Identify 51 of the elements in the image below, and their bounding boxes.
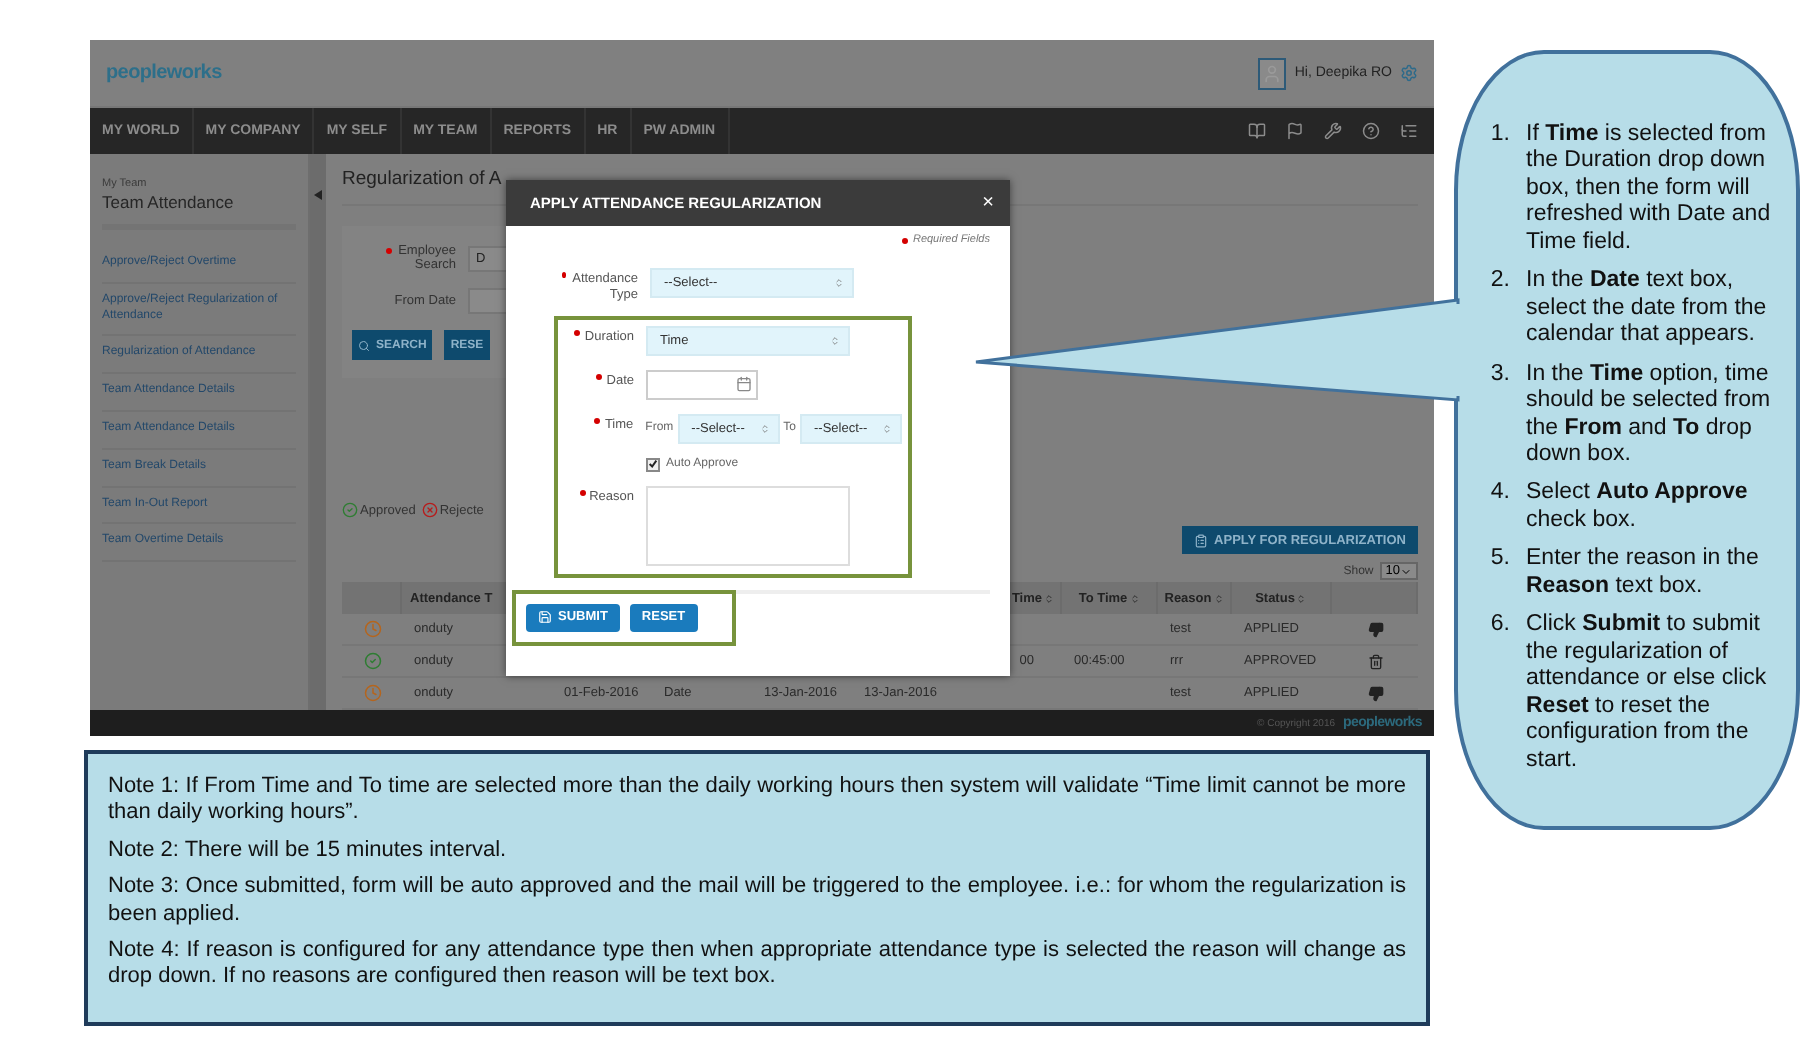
step-number: 1.	[1488, 122, 1510, 150]
calendar-icon[interactable]	[736, 376, 752, 393]
thumbs-down-icon[interactable]	[1367, 621, 1383, 637]
required-dot	[902, 237, 909, 243]
note-text: Note 1: If From Time and To time are selected more than the daily working hours then system will validate “Time limit cannot be more than daily working hours”.	[108, 774, 1406, 828]
save-icon	[538, 610, 552, 625]
step-number: 3.	[1488, 361, 1510, 390]
note-text: Note 4: If reason is configured for any attendance type then when appropriate attendance type is selected the reason will change as drop down. If no reasons are configured then reason will be text box.	[108, 938, 1406, 992]
search-icon	[358, 339, 370, 351]
sidebar-title: Team Attendance	[102, 192, 296, 230]
sort-icon	[1213, 593, 1224, 603]
help-icon[interactable]	[1362, 122, 1380, 140]
thumbs-down-icon[interactable]	[1367, 685, 1383, 701]
note-text: Note 2: There will be 15 minutes interval.	[108, 837, 509, 865]
date-field[interactable]	[646, 369, 758, 400]
step-text: Enter the reason in the Reason text box.	[1526, 546, 1761, 601]
step-number: 5.	[1488, 546, 1510, 575]
x-circle-icon	[421, 502, 438, 518]
step-number: 4.	[1488, 480, 1510, 509]
step-number: 2.	[1488, 268, 1510, 297]
note-text: Note 3: Once submitted, form will be auto approved and the mail will be triggered to the employee. i.e.: for whom the regularization is been applied.	[108, 874, 1406, 929]
sort-icon	[1129, 593, 1140, 603]
flag-icon[interactable]	[1286, 122, 1304, 140]
step-text: In the Time option, time should be selected from the From and To drop down box.	[1526, 361, 1773, 469]
check-icon	[648, 458, 658, 471]
sort-icon	[759, 423, 770, 434]
clock-icon	[363, 620, 381, 638]
book-icon[interactable]	[1248, 122, 1266, 140]
trash-icon[interactable]	[1367, 653, 1383, 669]
collapse-icon[interactable]	[314, 190, 322, 200]
person-icon	[1262, 63, 1283, 83]
step-text: In the Date text box, select the date from the calendar that appears.	[1526, 268, 1769, 350]
sort-icon	[1044, 593, 1054, 603]
clipboard-icon	[1194, 533, 1209, 547]
sort-icon	[830, 335, 840, 346]
step-text: Select Auto Approve check box.	[1526, 480, 1750, 535]
step-text: Click Submit to submit the regularization of attendance or else click Reset to reset the configuration from the start.	[1526, 612, 1769, 774]
sort-icon	[882, 423, 892, 434]
tree-icon[interactable]	[1400, 122, 1418, 140]
step-text: If Time is selected from the Duration drop down box, then the form will refreshed with Date and Time field.	[1526, 122, 1773, 257]
check-circle-icon	[363, 652, 381, 670]
collapse-handle[interactable]	[310, 154, 326, 710]
clock-icon	[363, 684, 381, 702]
caret-icon	[1400, 565, 1412, 577]
checkbox[interactable]	[646, 457, 660, 472]
wrench-icon[interactable]	[1324, 122, 1342, 140]
check-circle-icon	[342, 502, 358, 518]
sort-icon	[834, 278, 844, 288]
sort-icon	[1296, 593, 1307, 603]
step-number: 6.	[1488, 612, 1510, 641]
reason-field[interactable]	[646, 485, 850, 566]
